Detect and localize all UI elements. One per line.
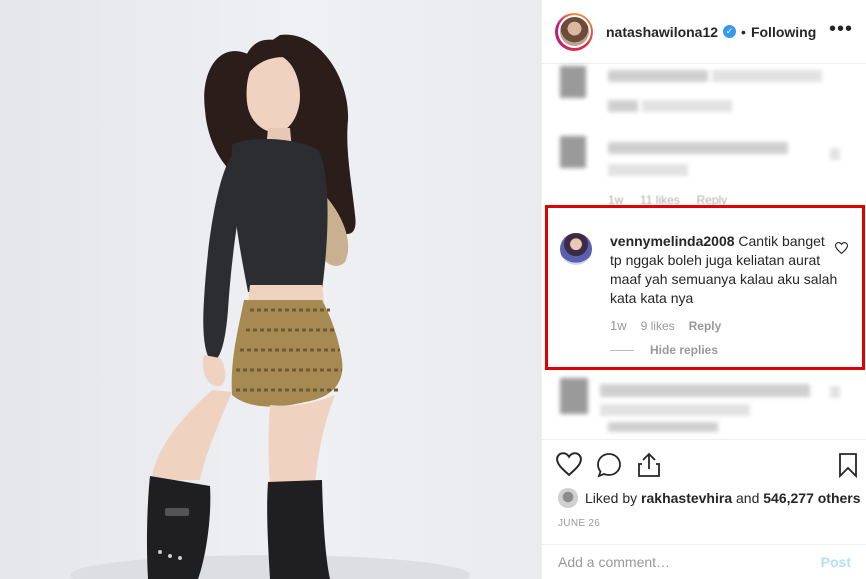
comment-body: vennymelinda2008 Cantik banget tp nggak … xyxy=(610,232,838,308)
post-photo[interactable] xyxy=(0,0,541,579)
liker-username[interactable]: rakhastevhira xyxy=(641,490,732,506)
hide-replies-button[interactable]: Hide replies xyxy=(610,343,718,357)
add-comment-bar: Add a comment… Post xyxy=(542,544,866,579)
heart-icon[interactable] xyxy=(556,452,582,476)
comment-meta: 1w 9 likes Reply xyxy=(610,318,721,333)
post-sidebar: natashawilona12 ✓ • Following ••• 1w 11 … xyxy=(541,0,866,579)
comment-input[interactable]: Add a comment… xyxy=(558,554,670,570)
more-icon[interactable]: ••• xyxy=(829,19,853,39)
highlighted-comment-box: vennymelinda2008 Cantik banget tp nggak … xyxy=(545,205,865,370)
liker-avatar[interactable] xyxy=(558,488,578,508)
likes-summary: Liked by rakhastevhira and 546,277 other… xyxy=(558,488,861,508)
bookmark-icon[interactable] xyxy=(838,452,858,478)
following-button[interactable]: Following xyxy=(751,24,816,40)
share-icon[interactable] xyxy=(637,452,661,478)
instagram-post: natashawilona12 ✓ • Following ••• 1w 11 … xyxy=(0,0,866,579)
commenter-avatar[interactable] xyxy=(560,233,592,265)
author-avatar[interactable] xyxy=(555,12,593,51)
commenter-username[interactable]: vennymelinda2008 xyxy=(610,233,735,249)
verified-icon: ✓ xyxy=(723,25,737,38)
hide-replies-line xyxy=(610,349,634,351)
reply-button[interactable]: Reply xyxy=(689,319,722,333)
post-header: natashawilona12 ✓ • Following ••• xyxy=(542,0,866,64)
post-button[interactable]: Post xyxy=(821,554,851,570)
post-actions xyxy=(542,439,866,489)
author-username[interactable]: natashawilona12 xyxy=(606,24,718,40)
comment-heart-icon[interactable] xyxy=(835,242,848,254)
likes-count[interactable]: 546,277 others xyxy=(763,490,860,506)
comment-time: 1w xyxy=(610,318,627,333)
post-date[interactable]: JUNE 26 xyxy=(558,518,600,529)
header-separator: • xyxy=(741,23,746,40)
comment-icon[interactable] xyxy=(596,452,622,478)
comment-likes[interactable]: 9 likes xyxy=(641,319,675,333)
author-avatar-image xyxy=(559,17,589,46)
woman-photo-illustration xyxy=(70,34,470,579)
